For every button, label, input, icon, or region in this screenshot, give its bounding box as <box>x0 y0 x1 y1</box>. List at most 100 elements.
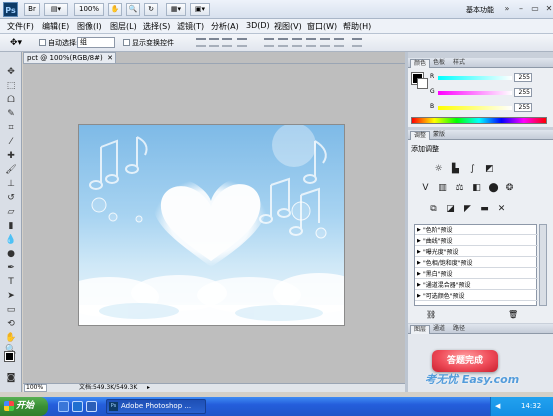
hue-saturation-icon[interactable]: ▥ <box>437 183 448 194</box>
invert-icon[interactable]: ⧉ <box>428 204 439 215</box>
clone-stamp-tool-icon[interactable]: ⊥ <box>4 178 18 190</box>
align-bottom-icon[interactable] <box>222 38 232 47</box>
clip-to-layer-icon[interactable]: ⛓ <box>426 310 436 319</box>
preset-exposure[interactable]: ▶ "曝光度"预设 <box>415 248 538 257</box>
photo-filter-icon[interactable]: ⬤ <box>488 183 499 194</box>
preset-channel-mixer[interactable]: ▶ "通道混合器"预设 <box>415 281 538 290</box>
taskbar-photoshop-item[interactable]: Ps Adobe Photoshop ... <box>106 399 206 414</box>
menu-filter[interactable]: 滤镜(T) <box>177 21 204 32</box>
tab-channels[interactable]: 通道 <box>430 325 448 334</box>
menu-edit[interactable]: 编辑(E) <box>42 21 69 32</box>
screen-mode-button[interactable]: ▣▾ <box>190 3 210 16</box>
bridge-button[interactable]: Br <box>24 3 40 16</box>
zoom-level-select[interactable]: 100% <box>74 3 104 16</box>
preset-levels[interactable]: ▶ "色阶"预设 <box>415 226 538 235</box>
quicklaunch-desktop-icon[interactable] <box>58 401 69 412</box>
distribute-top-icon[interactable] <box>264 38 274 47</box>
healing-brush-tool-icon[interactable]: ✚ <box>4 150 18 162</box>
document-close-icon[interactable]: ✕ <box>107 53 113 63</box>
quicklaunch-word-icon[interactable] <box>86 401 97 412</box>
menu-select[interactable]: 选择(S) <box>143 21 170 32</box>
channel-mixer-icon[interactable]: ❂ <box>504 183 515 194</box>
shape-tool-icon[interactable]: ▭ <box>4 304 18 316</box>
selective-color-icon[interactable]: ✕ <box>496 204 507 215</box>
menu-view[interactable]: 视图(V) <box>274 21 302 32</box>
tray-speaker-icon[interactable]: ◀ <box>495 397 500 416</box>
blue-value-field[interactable]: 255 <box>514 103 532 112</box>
path-select-tool-icon[interactable]: ➤ <box>4 290 18 302</box>
posterize-icon[interactable]: ◪ <box>445 204 456 215</box>
presets-scrollbar[interactable] <box>539 224 547 306</box>
distribute-hcenter-icon[interactable] <box>320 38 330 47</box>
menu-image[interactable]: 图像(I) <box>77 21 102 32</box>
restore-icon[interactable]: ▭ <box>528 3 542 15</box>
show-transform-checkbox[interactable] <box>123 39 130 46</box>
tab-masks[interactable]: 蒙版 <box>430 131 448 140</box>
zoom-tool-icon[interactable]: 🔍 <box>126 3 140 16</box>
move-tool-icon[interactable]: ✥ <box>4 66 18 78</box>
align-vcenter-icon[interactable] <box>209 38 219 47</box>
close-icon[interactable]: ✕ <box>542 3 553 15</box>
eyedropper-tool-icon[interactable]: ⁄ <box>4 136 18 148</box>
arrange-documents-button[interactable]: ▦▾ <box>166 3 186 16</box>
status-arrow-icon[interactable]: ▸ <box>147 384 150 392</box>
tab-adjustments[interactable]: 调整 <box>410 131 431 140</box>
preset-selective-color[interactable]: ▶ "可选颜色"预设 <box>415 292 538 301</box>
vibrance-icon[interactable]: V <box>420 183 431 194</box>
black-white-icon[interactable]: ◧ <box>471 183 482 194</box>
lasso-tool-icon[interactable]: ᗝ <box>4 94 18 106</box>
gradient-map-icon[interactable]: ▬ <box>479 204 490 215</box>
history-brush-tool-icon[interactable]: ↺ <box>4 192 18 204</box>
levels-icon[interactable]: ▙ <box>450 164 461 175</box>
exposure-icon[interactable]: ◩ <box>484 164 495 175</box>
workspace-switcher[interactable]: 基本功能 <box>466 5 494 15</box>
menu-window[interactable]: 窗口(W) <box>307 21 337 32</box>
auto-align-icon[interactable] <box>352 38 362 47</box>
quick-select-tool-icon[interactable]: ✎ <box>4 108 18 120</box>
red-value-field[interactable]: 255 <box>514 73 532 82</box>
answer-complete-button[interactable]: 答题完成 <box>432 350 498 372</box>
blue-slider[interactable] <box>438 106 512 110</box>
preset-curves[interactable]: ▶ "曲线"预设 <box>415 237 538 246</box>
type-tool-icon[interactable]: T <box>4 276 18 288</box>
rotate-view-icon[interactable]: ↻ <box>144 3 158 16</box>
crop-tool-icon[interactable]: ⌗ <box>4 122 18 134</box>
brush-tool-icon[interactable]: 🖌 <box>4 164 18 176</box>
green-slider[interactable] <box>438 91 512 95</box>
foreground-color-swatch[interactable] <box>4 351 15 362</box>
preset-hue-saturation[interactable]: ▶ "色相/饱和度"预设 <box>415 259 538 268</box>
quick-mask-icon[interactable]: ◙ <box>4 372 18 384</box>
menu-layer[interactable]: 图层(L) <box>110 21 137 32</box>
tab-color[interactable]: 颜色 <box>410 59 431 68</box>
align-left-icon[interactable] <box>237 38 247 47</box>
status-zoom-field[interactable]: 100% <box>24 384 47 392</box>
green-value-field[interactable]: 255 <box>514 88 532 97</box>
menu-analysis[interactable]: 分析(A) <box>211 21 239 32</box>
color-spectrum-bar[interactable] <box>411 117 547 124</box>
more-workspaces-icon[interactable]: » <box>500 3 514 15</box>
menu-help[interactable]: 帮助(H) <box>343 21 371 32</box>
eraser-tool-icon[interactable]: ▱ <box>4 206 18 218</box>
marquee-tool-icon[interactable]: ⬚ <box>4 80 18 92</box>
preset-black-white[interactable]: ▶ "黑白"预设 <box>415 270 538 279</box>
gradient-tool-icon[interactable]: ▮ <box>4 220 18 232</box>
distribute-left-icon[interactable] <box>306 38 316 47</box>
distribute-right-icon[interactable] <box>334 38 344 47</box>
3d-rotate-tool-icon[interactable]: ⟲ <box>4 318 18 330</box>
curves-icon[interactable]: ∫ <box>467 164 478 175</box>
auto-select-checkbox[interactable] <box>39 39 46 46</box>
menu-file[interactable]: 文件(F) <box>7 21 34 32</box>
hand-tool-icon[interactable]: ✋ <box>4 332 18 344</box>
distribute-vcenter-icon[interactable] <box>278 38 288 47</box>
minimize-icon[interactable]: – <box>514 3 528 15</box>
threshold-icon[interactable]: ◤ <box>462 204 473 215</box>
align-top-icon[interactable] <box>196 38 206 47</box>
auto-select-dropdown[interactable]: 组 <box>77 37 115 48</box>
start-button[interactable]: 开始 <box>0 397 48 416</box>
color-panel-background[interactable] <box>417 78 428 89</box>
blur-tool-icon[interactable]: 💧 <box>4 234 18 246</box>
tab-layers[interactable]: 图层 <box>410 325 431 334</box>
document-tab[interactable]: pct @ 100%(RGB/8#) ✕ <box>23 52 116 63</box>
view-extras-button[interactable]: ▤▾ <box>44 3 68 16</box>
tab-paths[interactable]: 路径 <box>450 325 468 334</box>
